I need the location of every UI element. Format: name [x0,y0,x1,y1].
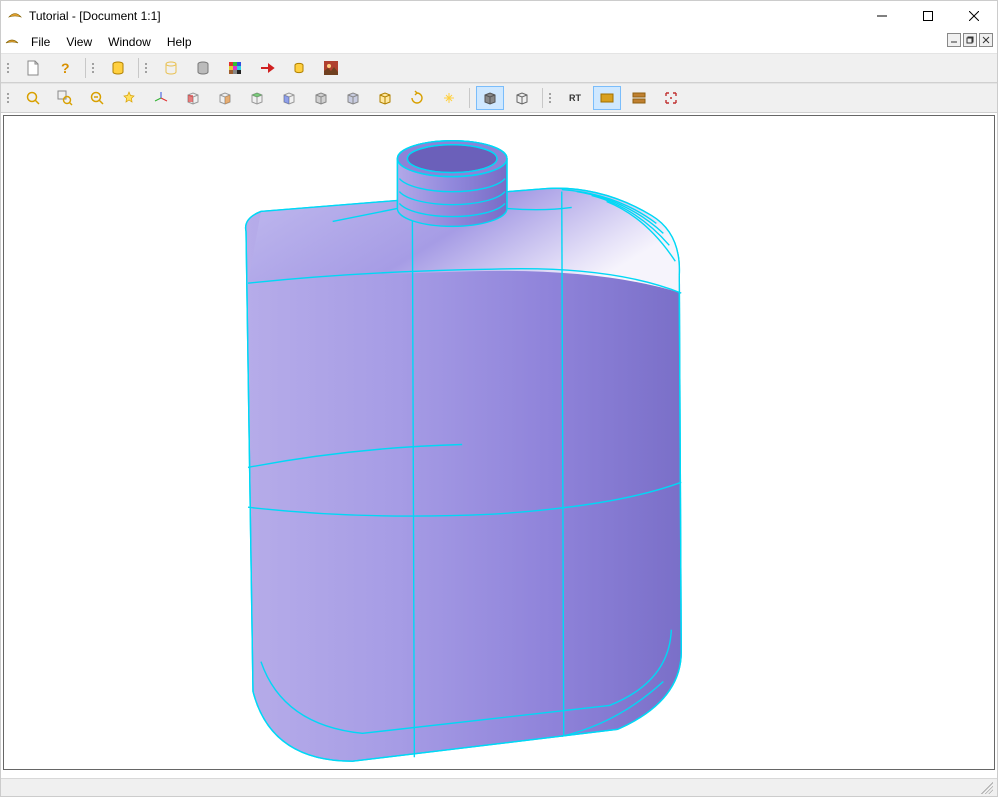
display-mode-a-button[interactable] [593,86,621,110]
mdi-close[interactable] [979,33,993,47]
menu-help[interactable]: Help [159,33,200,51]
box-iso2-icon [345,90,361,106]
toolbar-handle[interactable] [92,58,98,78]
window-title: Tutorial - [Document 1:1] [29,9,859,23]
box-iso3-icon [377,90,393,106]
close-button[interactable] [951,1,997,31]
menu-bar: File View Window Help [1,31,997,53]
toolbar-handle[interactable] [7,88,13,108]
box-green-button[interactable] [243,86,271,110]
box-green-icon [249,90,265,106]
color-grid-button[interactable] [221,56,249,80]
cube-wire-icon [514,90,530,106]
shade-wire-button[interactable] [508,86,536,110]
question-icon: ? [57,60,73,76]
magnifier-icon [25,90,41,106]
app-icon-small [5,35,19,49]
barrel-outline-icon [163,60,179,76]
help-button[interactable]: ? [51,56,79,80]
box-red-button[interactable] [179,86,207,110]
zoom-fit-button[interactable] [19,86,47,110]
zoom-window-button[interactable] [51,86,79,110]
window-controls [859,1,997,31]
rect-split-icon [631,90,647,106]
mdi-minimize[interactable] [947,33,961,47]
selection-box-button[interactable] [657,86,685,110]
mdi-restore[interactable] [963,33,977,47]
rotate-icon [409,90,425,106]
menu-file[interactable]: File [23,33,58,51]
toolbar-handle[interactable] [145,58,151,78]
toolbar-handle[interactable] [549,88,555,108]
object-gray-button[interactable] [189,56,217,80]
zoom-out-button[interactable] [83,86,111,110]
title-bar: Tutorial - [Document 1:1] [1,1,997,31]
axes-icon [153,90,169,106]
sel-brackets-icon [663,90,679,106]
box-iso1-button[interactable] [307,86,335,110]
maximize-button[interactable] [905,1,951,31]
object-solid-button[interactable] [104,56,132,80]
arrow-red-button[interactable] [253,56,281,80]
view-axes-button[interactable] [147,86,175,110]
photo-icon [323,60,339,76]
box-orange-button[interactable] [211,86,239,110]
barrel-small-icon [291,60,307,76]
barrel-yellow-icon [110,60,126,76]
viewport-3d[interactable] [3,115,995,770]
box-iso1-icon [313,90,329,106]
toolbar-row-1: ? [1,53,997,83]
resize-grip[interactable] [981,782,993,794]
box-red-icon [185,90,201,106]
cube-solid-icon [482,90,498,106]
object-outline-button[interactable] [157,56,185,80]
object-small-button[interactable] [285,56,313,80]
box-blue-button[interactable] [275,86,303,110]
toolbar-handle[interactable] [7,58,13,78]
status-bar [1,778,997,796]
pick-spark-button[interactable] [435,86,463,110]
arrow-red-icon [259,60,275,76]
box-blue-icon [281,90,297,106]
rotate-tool-button[interactable] [403,86,431,110]
menu-window[interactable]: Window [100,33,159,51]
barrel-gray-icon [195,60,211,76]
box-iso3-button[interactable] [371,86,399,110]
rt-toggle-button[interactable]: RT [561,86,589,110]
svg-text:?: ? [61,60,70,76]
spark-icon [441,90,457,106]
pick-star-button[interactable] [115,86,143,110]
menu-view[interactable]: View [58,33,100,51]
box-iso2-button[interactable] [339,86,367,110]
mdi-controls [947,33,993,47]
page-icon [25,60,41,76]
model-bottle-icon [4,116,994,769]
photo-tool-button[interactable] [317,56,345,80]
minimize-button[interactable] [859,1,905,31]
rect-shaded-icon [599,90,615,106]
box-orange-icon [217,90,233,106]
magnifier-minus-icon [89,90,105,106]
star-yellow-icon [121,90,137,106]
app-icon [7,8,23,24]
new-document-button[interactable] [19,56,47,80]
color-grid-icon [227,60,243,76]
shade-solid-button[interactable] [476,86,504,110]
magnifier-box-icon [57,90,73,106]
viewport-area [1,113,997,778]
toolbar-row-2: RT [1,83,997,113]
display-mode-b-button[interactable] [625,86,653,110]
